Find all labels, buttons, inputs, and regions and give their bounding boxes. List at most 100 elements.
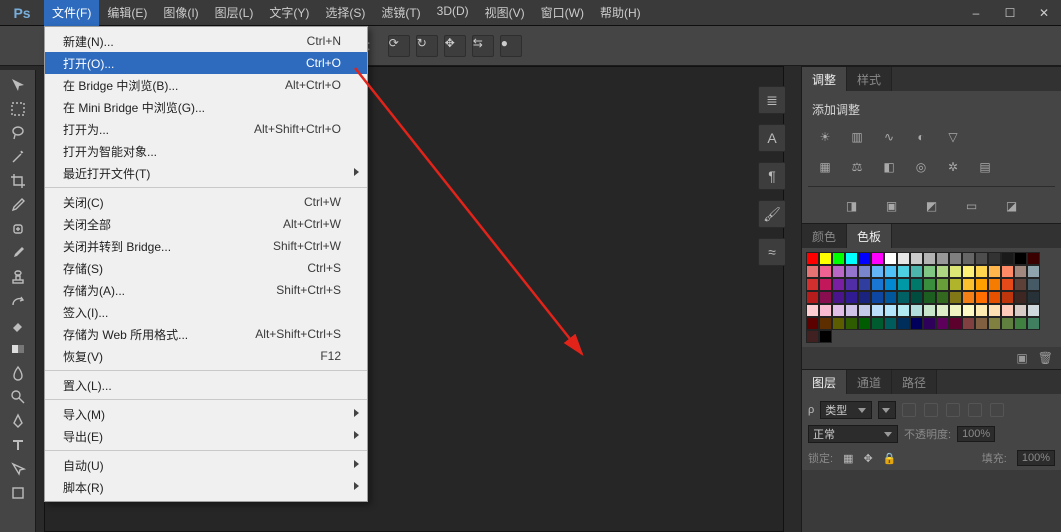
exposure-icon[interactable]: ◐ [910,128,932,146]
swatch[interactable] [936,304,949,317]
swatch[interactable] [1027,252,1040,265]
swatch[interactable] [988,252,1001,265]
menu-item[interactable]: 关闭(C)Ctrl+W [45,191,367,213]
blur-tool-icon[interactable] [5,362,31,384]
swatch[interactable] [949,278,962,291]
swatch[interactable] [897,304,910,317]
brush-tool-icon[interactable] [5,242,31,264]
tab-color[interactable]: 颜色 [802,224,847,248]
filter-smart-icon[interactable] [990,403,1004,417]
swatch[interactable] [845,265,858,278]
swatch[interactable] [975,278,988,291]
menu-item[interactable]: 脚本(R) [45,476,367,498]
3d-pan-icon[interactable]: ✥ [444,35,466,57]
minimize-button[interactable]: – [959,0,993,26]
menu-item[interactable]: 导入(M) [45,403,367,425]
swatch[interactable] [819,304,832,317]
swatch[interactable] [897,252,910,265]
stamp-tool-icon[interactable] [5,266,31,288]
menu-item[interactable]: 存储为(A)...Shift+Ctrl+S [45,279,367,301]
paragraph-panel-icon[interactable]: ¶ [758,162,786,190]
tab-swatches[interactable]: 色板 [847,224,892,248]
swatch[interactable] [910,265,923,278]
menu-item[interactable]: 签入(I)... [45,301,367,323]
tab-adjustments[interactable]: 调整 [802,67,847,91]
brushes-panel-icon[interactable]: 🖌 [758,200,786,228]
swatch[interactable] [884,304,897,317]
swatch[interactable] [1014,317,1027,330]
swatch[interactable] [884,278,897,291]
menu-item[interactable]: 存储(S)Ctrl+S [45,257,367,279]
swatch[interactable] [806,317,819,330]
eraser-tool-icon[interactable] [5,314,31,336]
swatch[interactable] [845,278,858,291]
swatch[interactable] [858,252,871,265]
menu-item[interactable]: 导出(E) [45,425,367,447]
dodge-tool-icon[interactable] [5,386,31,408]
chevron-down-icon[interactable] [878,401,896,419]
selective-color-icon[interactable]: ◪ [1001,197,1023,215]
vibrance-icon[interactable]: ▽ [942,128,964,146]
swatch[interactable] [819,252,832,265]
bw-icon[interactable]: ◧ [878,158,900,176]
3d-zoom-icon[interactable]: ● [500,35,522,57]
swatch[interactable] [897,291,910,304]
swatch[interactable] [1001,265,1014,278]
swatch[interactable] [975,317,988,330]
swatch[interactable] [884,317,897,330]
path-selection-tool-icon[interactable] [5,458,31,480]
channel-mixer-icon[interactable]: ✲ [942,158,964,176]
swatch[interactable] [1001,304,1014,317]
pen-tool-icon[interactable] [5,410,31,432]
swatch[interactable] [1001,278,1014,291]
swatch[interactable] [819,330,832,343]
swatch[interactable] [819,317,832,330]
swatch[interactable] [988,317,1001,330]
swatch[interactable] [949,252,962,265]
move-tool-icon[interactable] [5,74,31,96]
swatch[interactable] [845,252,858,265]
3d-orbit-icon[interactable]: ⟳ [388,35,410,57]
swatch[interactable] [832,317,845,330]
swatch[interactable] [1001,291,1014,304]
layer-filter-type[interactable]: 类型 [820,401,872,419]
brightness-contrast-icon[interactable]: ☀ [814,128,836,146]
swatch[interactable] [871,291,884,304]
tab-通道[interactable]: 通道 [847,370,892,394]
swatch[interactable] [806,330,819,343]
3d-slide-icon[interactable]: ⇆ [472,35,494,57]
menu-视图[interactable]: 视图(V) [477,0,533,26]
opacity-value[interactable]: 100% [957,426,995,442]
swatch[interactable] [845,317,858,330]
filter-type-icon[interactable] [946,403,960,417]
fill-value[interactable]: 100% [1017,450,1055,466]
swatch[interactable] [1027,291,1040,304]
blend-mode-select[interactable]: 正常 [808,425,898,443]
swatch[interactable] [832,265,845,278]
filter-adjustment-icon[interactable] [924,403,938,417]
menu-图层[interactable]: 图层(L) [207,0,262,26]
swatch[interactable] [897,317,910,330]
swatch[interactable] [923,265,936,278]
lock-pixels-icon[interactable]: ▦ [843,452,853,465]
swatch[interactable] [897,265,910,278]
swatch[interactable] [923,317,936,330]
filter-shape-icon[interactable] [968,403,982,417]
swatch[interactable] [936,252,949,265]
swatch[interactable] [832,304,845,317]
swatch[interactable] [806,304,819,317]
swatch[interactable] [936,291,949,304]
swatch[interactable] [975,252,988,265]
curves-icon[interactable]: ∿ [878,128,900,146]
swatch[interactable] [936,278,949,291]
invert-icon[interactable]: ◨ [841,197,863,215]
menu-3D[interactable]: 3D(D) [429,0,477,26]
swatch[interactable] [1001,252,1014,265]
swatch[interactable] [1027,304,1040,317]
swatch[interactable] [806,252,819,265]
hue-sat-icon[interactable]: ▦ [814,158,836,176]
swatch[interactable] [962,317,975,330]
menu-item[interactable]: 关闭全部Alt+Ctrl+W [45,213,367,235]
menu-item[interactable]: 打开(O)...Ctrl+O [45,52,367,74]
tab-styles[interactable]: 样式 [847,67,892,91]
